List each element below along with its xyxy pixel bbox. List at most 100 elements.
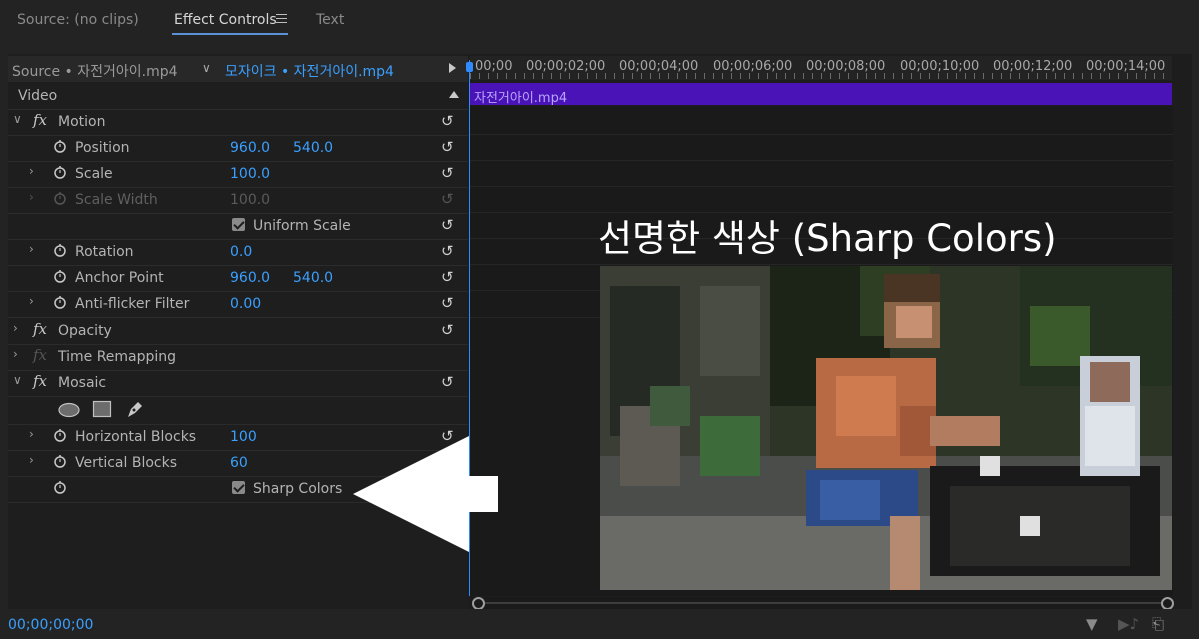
stopwatch-icon[interactable] — [53, 480, 67, 494]
reset-icon: ↺ — [441, 190, 454, 208]
status-bar — [0, 609, 1199, 639]
property-anti-flicker: › Anti-flicker Filter 0.00 ↺ — [8, 291, 468, 318]
checkbox-label: Uniform Scale — [253, 218, 351, 234]
zoom-track — [477, 602, 1165, 604]
panel-tab-bar: Source: (no clips) Effect Controls Text — [0, 0, 1199, 44]
chevron-right-icon[interactable]: › — [29, 427, 34, 441]
effect-mosaic[interactable]: ∨ fx Mosaic ↺ — [8, 370, 468, 397]
property-rotation: › Rotation 0.0 ↺ — [8, 239, 468, 266]
effect-time-remapping[interactable]: › fx Time Remapping — [8, 344, 468, 371]
ruler-label: 00;00;06;00 — [713, 59, 793, 74]
fx-icon[interactable]: fx — [33, 320, 47, 338]
stopwatch-icon[interactable] — [53, 428, 67, 442]
chevron-right-icon[interactable]: › — [29, 164, 34, 178]
reset-icon[interactable]: ↺ — [441, 242, 454, 260]
property-label: Position — [75, 140, 130, 156]
video-section-label: Video — [18, 88, 58, 104]
mask-tools-row — [8, 396, 468, 425]
ruler-label: 00;00;02;00 — [526, 59, 606, 74]
property-label: Vertical Blocks — [75, 455, 178, 471]
reset-icon[interactable]: ↺ — [441, 294, 454, 312]
property-scale: › Scale 100.0 ↺ — [8, 161, 468, 188]
overlay-title: 선명한 색상 (Sharp Colors) — [598, 217, 1057, 260]
tab-effect-controls[interactable]: Effect Controls — [174, 12, 277, 28]
active-tab-indicator — [172, 33, 288, 35]
property-position: Position 960.0 540.0 ↺ — [8, 135, 468, 162]
divider — [470, 134, 1173, 135]
property-label: Horizontal Blocks — [75, 429, 197, 445]
chevron-down-icon[interactable]: ∨ — [13, 112, 22, 126]
chevron-right-icon[interactable]: › — [13, 321, 18, 335]
tab-source[interactable]: Source: (no clips) — [17, 12, 139, 28]
ruler-label: 00;00;14;00 — [1086, 59, 1166, 74]
ruler-label: 00;00;10;00 — [900, 59, 980, 74]
arrow-annotation-icon — [353, 436, 498, 552]
chevron-right-icon[interactable]: › — [29, 453, 34, 467]
fx-icon[interactable]: fx — [33, 372, 47, 390]
fx-icon[interactable]: fx — [33, 111, 47, 129]
sequence-clip-label[interactable]: 모자이크 • 자전거아이.mp4 — [225, 61, 394, 81]
chevron-right-icon: › — [29, 190, 34, 204]
filter-icon[interactable]: ▼ — [1086, 615, 1098, 633]
scale-width-value: 100.0 — [230, 192, 271, 208]
reset-icon[interactable]: ↺ — [441, 112, 454, 130]
stopwatch-icon[interactable] — [53, 243, 67, 257]
scale-value[interactable]: 100.0 — [230, 166, 270, 182]
stopwatch-icon[interactable] — [53, 139, 67, 153]
reset-icon[interactable]: ↺ — [441, 164, 454, 182]
timeline-clip[interactable] — [470, 83, 1172, 105]
playhead-handle[interactable] — [466, 62, 473, 72]
stopwatch-icon[interactable] — [53, 165, 67, 179]
reset-icon[interactable]: ↺ — [441, 321, 454, 339]
tab-text[interactable]: Text — [316, 12, 344, 28]
stopwatch-icon — [54, 192, 66, 205]
current-timecode[interactable]: 00;00;00;00 — [8, 617, 93, 633]
vertical-blocks-value[interactable]: 60 — [230, 455, 248, 471]
divider — [470, 264, 1173, 265]
anchor-x-value[interactable]: 960.0 — [230, 270, 270, 286]
chevron-down-icon[interactable]: ∨ — [13, 373, 22, 387]
stopwatch-icon[interactable] — [53, 269, 67, 283]
rectangle-mask-icon[interactable] — [92, 400, 112, 418]
effect-name: Mosaic — [58, 375, 107, 391]
property-label: Anti-flicker Filter — [75, 296, 190, 312]
effect-motion[interactable]: ∨ fx Motion ↺ — [8, 109, 468, 136]
property-uniform-scale: Uniform Scale ↺ — [8, 213, 468, 240]
rotation-value[interactable]: 0.0 — [230, 244, 252, 260]
play-audio-icon[interactable]: ▶♪ — [1118, 615, 1139, 633]
chevron-down-icon[interactable]: ∨ — [202, 61, 211, 75]
chevron-right-icon[interactable]: › — [29, 294, 34, 308]
video-section-header: Video — [8, 83, 468, 110]
sharp-colors-checkbox[interactable] — [232, 481, 245, 494]
reset-icon[interactable]: ↺ — [441, 373, 454, 391]
uniform-scale-checkbox[interactable] — [232, 218, 245, 231]
property-label: Rotation — [75, 244, 134, 260]
stopwatch-icon[interactable] — [53, 454, 67, 468]
property-label: Scale Width — [75, 192, 158, 208]
horizontal-blocks-value[interactable]: 100 — [230, 429, 257, 445]
panel-menu-icon[interactable] — [276, 14, 287, 24]
position-y-value[interactable]: 540.0 — [293, 140, 333, 156]
ellipse-mask-icon[interactable] — [57, 402, 81, 418]
ruler-label: 00;00;08;00 — [806, 59, 886, 74]
anti-flicker-value[interactable]: 0.00 — [230, 296, 261, 312]
reset-icon[interactable]: ↺ — [441, 268, 454, 286]
stopwatch-icon[interactable] — [53, 295, 67, 309]
show-timeline-toggle-icon[interactable] — [449, 63, 456, 73]
chevron-right-icon[interactable]: › — [29, 242, 34, 256]
checkbox-label: Sharp Colors — [253, 481, 343, 497]
effect-opacity[interactable]: › fx Opacity ↺ — [8, 318, 468, 345]
master-clip-label[interactable]: Source • 자전거아이.mp4 — [12, 61, 178, 81]
export-icon[interactable]: ⎗ — [1152, 615, 1164, 633]
reset-icon[interactable]: ↺ — [441, 138, 454, 156]
anchor-y-value[interactable]: 540.0 — [293, 270, 333, 286]
chevron-right-icon[interactable]: › — [13, 347, 18, 361]
property-anchor-point: Anchor Point 960.0 540.0 ↺ — [8, 265, 468, 292]
position-x-value[interactable]: 960.0 — [230, 140, 270, 156]
scroll-up-icon[interactable] — [449, 91, 459, 98]
effect-name: Time Remapping — [58, 349, 177, 365]
pen-mask-icon[interactable] — [125, 399, 145, 419]
property-label: Scale — [75, 166, 113, 182]
fx-icon: fx — [33, 346, 48, 364]
reset-icon[interactable]: ↺ — [441, 216, 454, 234]
